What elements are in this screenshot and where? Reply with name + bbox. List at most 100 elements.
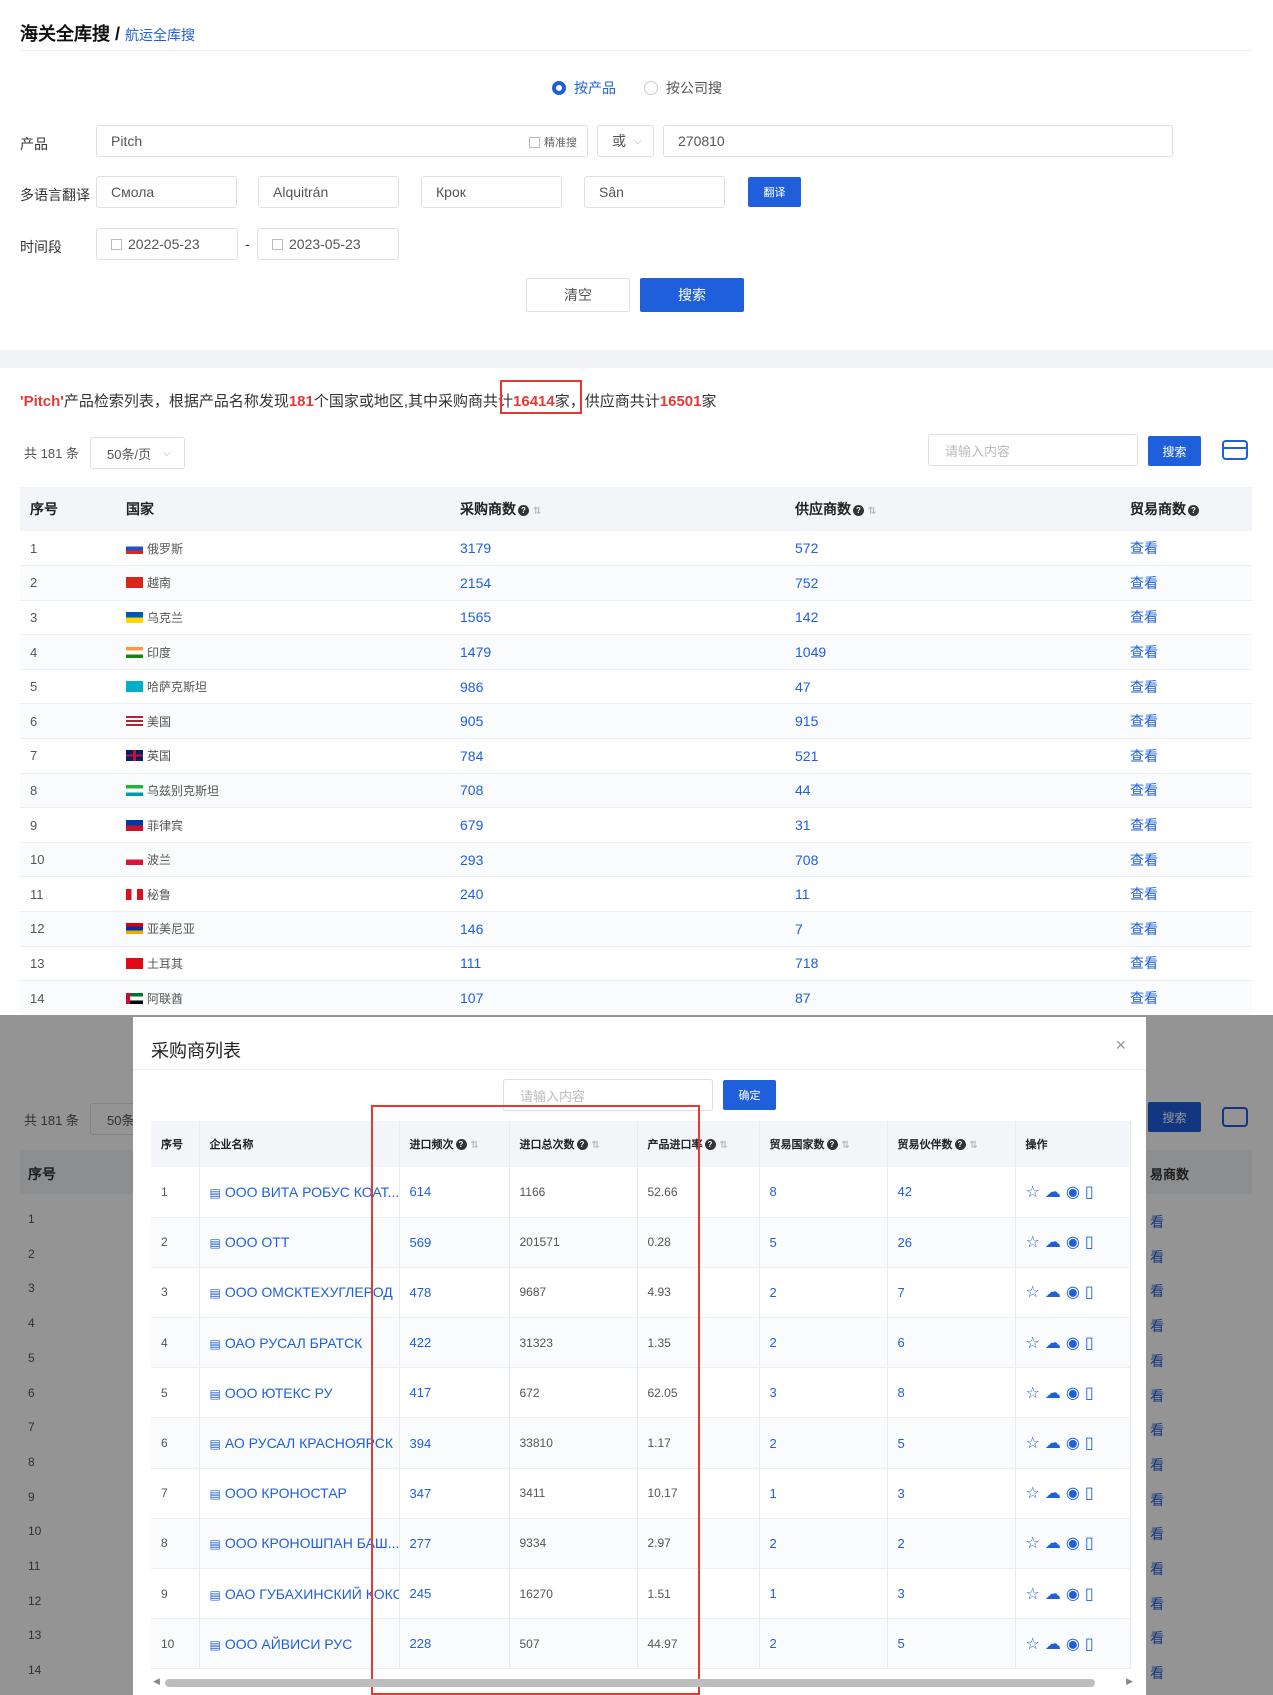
file-icon[interactable]: ▯ [1085,1584,1094,1604]
trade-partners-link[interactable]: 7 [887,1267,1016,1319]
help-icon[interactable]: ? [518,505,529,516]
modal-confirm-button[interactable]: 确定 [723,1080,776,1110]
row-buyers-link[interactable]: 1479 [450,634,785,670]
translation-input-ru[interactable]: Смола [96,176,237,208]
file-icon[interactable]: ▯ [1085,1232,1094,1252]
trade-partners-link[interactable]: 6 [887,1317,1016,1369]
translate-button[interactable]: 翻译 [748,177,801,207]
star-icon[interactable]: ☆ [1026,1584,1040,1604]
sort-icon[interactable]: ⇅ [970,1140,978,1151]
product-input[interactable]: Pitch 精准搜 [96,125,588,157]
row-suppliers-link[interactable]: 521 [785,738,1120,774]
row-buyers-link[interactable]: 2154 [450,565,785,601]
export-icon[interactable] [1222,440,1248,460]
row-view-link[interactable]: 查看 [1120,703,1252,740]
row-suppliers-link[interactable]: 1049 [785,634,1120,670]
row-suppliers-link[interactable]: 142 [785,600,1120,636]
row-buyers-link[interactable]: 1565 [450,600,785,636]
file-icon[interactable]: ▯ [1085,1383,1094,1403]
scroll-right-icon[interactable]: ▶ [1126,1676,1133,1687]
exact-search-checkbox[interactable]: 精准搜 [529,134,577,150]
col-trade-countries[interactable]: 贸易国家数? ⇅ [759,1121,888,1167]
cloud-upload-icon[interactable]: ☁ [1045,1282,1061,1302]
table-filter-input[interactable]: 请输入内容 [928,434,1138,466]
file-icon[interactable]: ▯ [1085,1433,1094,1453]
translation-input-vi[interactable]: Sân [584,176,725,208]
radio-by-company[interactable]: 按公司搜 [644,78,722,98]
file-icon[interactable]: ▯ [1085,1533,1094,1553]
cloud-upload-icon[interactable]: ☁ [1045,1232,1061,1252]
row-buyers-link[interactable]: 107 [450,980,785,1016]
horizontal-scrollbar[interactable]: ◀ ▶ [153,1676,1133,1687]
globe-icon[interactable]: ◉ [1066,1383,1080,1403]
star-icon[interactable]: ☆ [1026,1433,1040,1453]
row-suppliers-link[interactable]: 7 [785,911,1120,947]
row-suppliers-link[interactable]: 718 [785,946,1120,982]
star-icon[interactable]: ☆ [1026,1634,1040,1654]
file-icon[interactable]: ▯ [1085,1182,1094,1202]
scrollbar-thumb[interactable] [165,1679,1095,1687]
help-icon[interactable]: ? [1188,505,1199,516]
trade-partners-link[interactable]: 2 [887,1518,1016,1570]
row-buyers-link[interactable]: 293 [450,842,785,878]
company-link[interactable]: ▤ ООО ВИТА РОБУС КОАТ... [199,1167,400,1218]
page-size-select[interactable]: 50条/页 ⌵ [90,437,185,469]
globe-icon[interactable]: ◉ [1066,1232,1080,1252]
company-link[interactable]: ▤ ООО ОМСКТЕХУГЛЕРОД [199,1267,400,1319]
help-icon[interactable]: ? [704,1139,716,1150]
row-view-link[interactable]: 查看 [1120,600,1252,636]
globe-icon[interactable]: ◉ [1066,1533,1080,1553]
row-buyers-link[interactable]: 3179 [450,531,785,567]
cloud-upload-icon[interactable]: ☁ [1045,1483,1061,1503]
row-suppliers-link[interactable]: 752 [785,565,1120,601]
help-icon[interactable]: ? [826,1139,838,1150]
scroll-left-icon[interactable]: ◀ [153,1676,160,1687]
globe-icon[interactable]: ◉ [1066,1483,1080,1503]
file-icon[interactable]: ▯ [1085,1333,1094,1353]
row-buyers-link[interactable]: 784 [450,738,785,774]
star-icon[interactable]: ☆ [1026,1232,1040,1252]
search-button[interactable]: 搜索 [640,278,744,312]
cloud-upload-icon[interactable]: ☁ [1045,1533,1061,1553]
trade-countries-link[interactable]: 8 [759,1167,888,1218]
row-suppliers-link[interactable]: 44 [785,773,1120,809]
trade-countries-link[interactable]: 5 [759,1217,888,1268]
date-from-input[interactable]: 2022-05-23 [96,228,238,260]
row-buyers-link[interactable]: 905 [450,703,785,740]
cloud-upload-icon[interactable]: ☁ [1045,1182,1061,1202]
globe-icon[interactable]: ◉ [1066,1333,1080,1353]
col-buyers[interactable]: 采购商数? ⇅ [450,487,785,531]
trade-partners-link[interactable]: 5 [887,1417,1016,1469]
row-view-link[interactable]: 查看 [1120,980,1252,1016]
company-link[interactable]: ▤ АО РУСАЛ КРАСНОЯРСК [199,1417,400,1469]
trade-countries-link[interactable]: 2 [759,1618,888,1670]
radio-by-product[interactable]: 按产品 [552,78,616,98]
row-view-link[interactable]: 查看 [1120,946,1252,982]
file-icon[interactable]: ▯ [1085,1282,1094,1302]
star-icon[interactable]: ☆ [1026,1533,1040,1553]
trade-partners-link[interactable]: 26 [887,1217,1016,1268]
row-view-link[interactable]: 查看 [1120,565,1252,601]
globe-icon[interactable]: ◉ [1066,1584,1080,1604]
hs-code-input[interactable]: 270810 [663,125,1173,157]
row-view-link[interactable]: 查看 [1120,876,1252,913]
star-icon[interactable]: ☆ [1026,1383,1040,1403]
sort-icon[interactable]: ⇅ [842,1140,850,1151]
trade-partners-link[interactable]: 3 [887,1468,1016,1519]
file-icon[interactable]: ▯ [1085,1483,1094,1503]
col-suppliers[interactable]: 供应商数? ⇅ [785,487,1120,531]
row-view-link[interactable]: 查看 [1120,738,1252,774]
trade-countries-link[interactable]: 2 [759,1518,888,1570]
cloud-upload-icon[interactable]: ☁ [1045,1634,1061,1654]
clear-button[interactable]: 清空 [526,278,630,312]
trade-partners-link[interactable]: 42 [887,1167,1016,1218]
row-suppliers-link[interactable]: 87 [785,980,1120,1016]
star-icon[interactable]: ☆ [1026,1182,1040,1202]
trade-countries-link[interactable]: 1 [759,1568,888,1620]
trade-countries-link[interactable]: 2 [759,1267,888,1319]
company-link[interactable]: ▤ ООО КРОНОШПАН БАШ... [199,1518,400,1570]
trade-partners-link[interactable]: 3 [887,1568,1016,1620]
company-link[interactable]: ▤ ООО ЮТЕКС РУ [199,1367,400,1419]
help-icon[interactable]: ? [954,1139,966,1150]
globe-icon[interactable]: ◉ [1066,1433,1080,1453]
